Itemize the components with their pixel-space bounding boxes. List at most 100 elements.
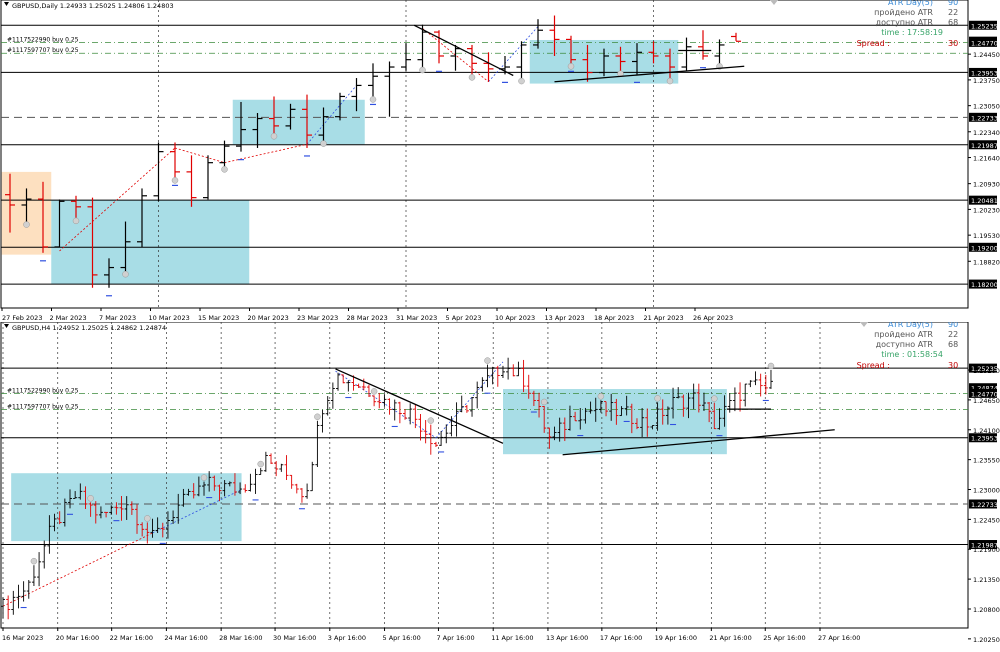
pane_bottom-atr-value: 90 [948,322,958,329]
pane_bottom-atr-label: ATR Day(5) [888,322,933,329]
pane_bottom-spread-label: Spread : [857,361,890,370]
pane_top-symbol-title: GBPUSD,Daily 1.24933 1.25025 1.24806 1.2… [12,2,174,10]
pane_top-date-label: 21 Apr 2023 [644,314,684,322]
pane_bottom-signal-marker [484,357,491,364]
pane_bottom-price-tick-label: 1.22450 [973,516,1000,524]
pane_bottom-price-tick-label: 1.20250 [973,636,1000,644]
pane_bottom-passed-label: пройдено ATR [874,330,933,339]
pane_top-teal-zone [232,99,365,145]
pane_top-price-tick-label: 1.20930 [973,181,1000,189]
pane_bottom-signal-marker [257,460,264,468]
pane_top-price-tick-label: 1.23750 [973,77,1000,85]
pane_top-price-label: 1.25235 [971,22,998,30]
pane_top-date-label: 10 Mar 2023 [149,314,190,322]
pane_bottom-symbol-title: GBPUSD,H4 1.24952 1.25025 1.24862 1.2487… [12,324,166,332]
pane_top-price-tick-label: 1.18820 [973,258,1000,266]
pane_top-date-label: 20 Mar 2023 [248,314,289,322]
pane_top-svg: 27 Feb 2023 2 Mar 2023 7 Mar 2023 10 Mar 20… [0,0,1000,322]
pane_top-signal-marker [122,270,129,278]
pane_bottom-date-label: 28 Mar 16:00 [219,634,262,642]
pane_top-signal-marker [270,132,278,140]
pane_bottom-spread-value: 30 [948,361,958,370]
pane_top-signal-marker [518,77,525,85]
pane_top-price-tick-label: 1.21640 [973,155,1000,163]
pane_bottom-date-label: 27 Apr 16:00 [818,634,860,642]
pane_bottom-signal-marker [767,362,775,370]
pane_bottom-date-label: 20 Mar 16:00 [56,634,99,642]
pane_bottom-avail-value: 68 [948,340,958,349]
pane_top-atr-value: 90 [948,0,958,7]
pane_top-avail-value: 68 [948,18,958,27]
pane_bottom-date-label: 30 Mar 16:00 [273,634,316,642]
pane_top-date-label: 23 Mar 2023 [297,314,338,322]
pane_bottom-price-label: 1.23953 [971,435,998,443]
pane_bottom-signal-marker [144,515,151,522]
pane_bottom-order-label: #1117597707 buy 0.25 [7,403,79,410]
pane_top-signal-marker [171,177,179,184]
pane_top-signal-marker [666,77,674,85]
pane_top-price-tick-label: 1.22340 [973,129,1000,137]
pane_bottom-date-label: 24 Mar 16:00 [164,634,207,642]
pane_top-price-label: 1.23953 [971,69,998,77]
pane_bottom-date-label: 19 Apr 16:00 [655,634,697,642]
pane_bottom-price-tick-label: 1.21350 [973,576,1000,584]
pane_top-date-label: 2 Mar 2023 [50,314,87,322]
pane_top-signal-marker [567,63,575,70]
pane_bottom-svg: 16 Mar 2023 20 Mar 16:00 22 Mar 16:00 24 Ma… [0,320,1000,644]
pane_bottom-signal-marker [540,398,548,406]
pane_top-signal-marker [23,221,30,228]
pane_top-price-tick-label: 1.23050 [973,103,1000,111]
pane_top-price-tick-label: 1.20230 [973,206,1000,214]
pane_bottom-price-tick-label: 1.23550 [973,457,1000,465]
pane_top-date-label: 28 Mar 2023 [347,314,388,322]
pane_top-atr-label: ATR Day(5) [888,0,933,7]
pane_top-spread-value: 30 [948,39,958,48]
pane_top-price-label: 1.19200 [971,244,998,252]
pane_top-price-label: 1.18200 [971,281,998,289]
pane_bottom-price-label: 1.21987 [971,542,998,550]
pane_top-time-text: time : 17:58:19 [881,28,943,37]
pane_bottom-date-label: 13 Apr 16:00 [546,634,588,642]
pane_bottom-date-label: 5 Apr 16:00 [383,634,421,642]
pane_bottom-signal-marker [30,557,38,565]
pane_top-date-label: 26 Apr 2023 [693,314,733,322]
pane_top-date-label: 10 Apr 2023 [495,314,535,322]
pane_bottom-price-tick-label: 1.20800 [973,606,1000,614]
pane_top-signal-marker [72,217,80,225]
pane_top-signal-marker [320,140,327,147]
pane_bottom-signal-marker [370,388,378,395]
pane_top-price-label: 1.20481 [971,197,998,205]
h4-chart-pane[interactable]: 16 Mar 2023 20 Mar 16:00 22 Mar 16:00 24 Ma… [0,320,1000,648]
pane_top-price-label: 1.24770 [971,39,998,47]
pane_bottom-signal-marker [87,495,94,502]
pane_top-passed-value: 22 [948,8,958,17]
pane_top-date-label: 27 Feb 2023 [2,314,42,322]
pane_bottom-date-label: 25 Apr 16:00 [763,634,805,642]
pane_bottom-date-label: 16 Mar 2023 [2,634,43,642]
pane_top-teal-zone [51,200,250,285]
pane_bottom-date-label: 7 Apr 16:00 [436,634,474,642]
pane_top-order-label: #1117597707 buy 0.25 [7,47,79,54]
pane_bottom-signal-marker [597,393,605,400]
pane_bottom-signal-marker [711,395,718,402]
pane_bottom-price-tick-label: 1.23000 [973,487,1000,495]
pane_top-price-tick-label: 1.24450 [973,51,1000,59]
pane_bottom-signal-marker [314,413,321,421]
pane_bottom-signal-marker [427,417,435,424]
pane_bottom-date-label: 21 Apr 16:00 [709,634,751,642]
pane_bottom-date-label: 17 Apr 16:00 [600,634,642,642]
pane_top-price-tick-label: 1.19530 [973,232,1000,240]
pane_top-date-label: 18 Apr 2023 [594,314,634,322]
pane_bottom-date-label: 3 Apr 16:00 [328,634,366,642]
pane_top-signal-marker [468,74,476,81]
pane_top-date-label: 31 Mar 2023 [396,314,437,322]
pane_top-signal-marker [221,166,228,173]
pane_top-price-label: 1.22733 [971,114,998,122]
pane_top-spread-label: Spread : [857,39,890,48]
pane_bottom-price-label: 1.22733 [971,501,998,509]
pane_top-date-label: 15 Mar 2023 [198,314,239,322]
pane_bottom-passed-value: 22 [948,330,958,339]
daily-chart-pane[interactable]: 27 Feb 2023 2 Mar 2023 7 Mar 2023 10 Mar 20… [0,0,1000,322]
pane_bottom-signal-marker [200,474,208,481]
pane_bottom-avail-label: доступно ATR [876,340,934,349]
